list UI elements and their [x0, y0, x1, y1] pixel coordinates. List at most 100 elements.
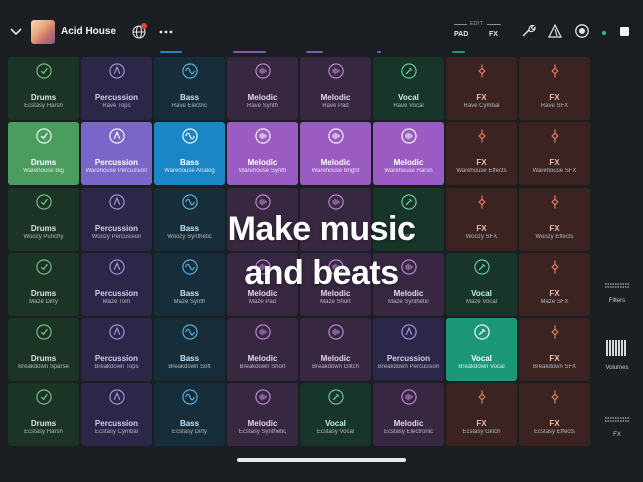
- melodic-icon: [254, 128, 271, 145]
- fx-icon: [473, 389, 490, 406]
- more-icon[interactable]: [158, 25, 174, 39]
- drums-icon: [35, 324, 52, 341]
- pad-melodic[interactable]: Melodic Warehouse Bright: [300, 122, 371, 185]
- pad-drums[interactable]: Drums Ecstasy Harsh: [8, 383, 79, 446]
- pad-category: Drums: [30, 93, 57, 102]
- melodic-icon: [254, 324, 271, 341]
- pad-sound-name: Ecstasy Harsh: [24, 429, 63, 435]
- promo-headline-line-1: Make music: [227, 210, 416, 248]
- melodic-icon: [327, 194, 344, 211]
- album-artwork[interactable]: [31, 20, 55, 44]
- pad-category: Melodic: [393, 419, 424, 428]
- pad-fx[interactable]: FX Ecstasy Effects: [519, 383, 590, 446]
- column-indicator-melodic-2: [306, 51, 323, 53]
- pad-sound-name: Warehouse Percussion: [85, 168, 148, 174]
- pad-melodic[interactable]: Melodic Rave Pad: [300, 57, 371, 120]
- pad-melodic[interactable]: Melodic Breakdown Glitch: [300, 318, 371, 381]
- pad-category: Drums: [30, 354, 57, 363]
- pad-bass[interactable]: Bass Ecstasy Dirty: [154, 383, 225, 446]
- pad-category: Drums: [30, 419, 57, 428]
- melodic-icon: [327, 128, 344, 145]
- volumes-icon: [606, 340, 626, 356]
- pad-category: Melodic: [247, 158, 278, 167]
- pad-percussion[interactable]: Percussion Warehouse Percussion: [81, 122, 152, 185]
- pad-sound-name: Breakdown SFX: [532, 364, 577, 370]
- vocal-icon: [327, 389, 344, 406]
- pad-melodic[interactable]: Melodic Warehouse Synth: [227, 122, 298, 185]
- pad-drums[interactable]: Drums Warehouse Big: [8, 122, 79, 185]
- pad-fx[interactable]: FX Rave SFX: [519, 57, 590, 120]
- pad-melodic[interactable]: Melodic Rave Synth: [227, 57, 298, 120]
- pad-fx[interactable]: FX Warehouse Effects: [446, 122, 517, 185]
- project-title[interactable]: Acid House: [61, 26, 116, 37]
- tweak-icon[interactable]: [520, 23, 536, 39]
- pad-melodic[interactable]: Melodic Warehouse Harsh: [373, 122, 444, 185]
- pad-sound-name: Warehouse Analog: [164, 168, 215, 174]
- pad-category: Bass: [179, 419, 200, 428]
- melodic-icon: [254, 194, 271, 211]
- fx-icon: [473, 63, 490, 80]
- stop-icon[interactable]: [620, 27, 629, 36]
- melodic-icon: [327, 63, 344, 80]
- pad-sound-name: Maze Tom: [102, 299, 131, 305]
- pad-melodic[interactable]: Melodic Breakdown Short: [227, 318, 298, 381]
- pad-bass[interactable]: Bass Rave Electric: [154, 57, 225, 120]
- volumes-control[interactable]: Volumes: [599, 340, 635, 371]
- pad-vocal[interactable]: Vocal Ecstasy Vocal: [300, 383, 371, 446]
- pad-sound-name: Breakdown Glitch: [311, 364, 360, 370]
- pad-bass[interactable]: Bass Breakdown Soft: [154, 318, 225, 381]
- chevron-down-icon[interactable]: [8, 22, 24, 42]
- pad-fx[interactable]: FX Warehouse SFX: [519, 122, 590, 185]
- home-indicator[interactable]: [237, 458, 406, 462]
- fx-icon: [546, 389, 563, 406]
- pad-category: FX: [476, 93, 487, 102]
- drums-icon: [35, 128, 52, 145]
- pad-fx[interactable]: FX Ecstasy Glitch: [446, 383, 517, 446]
- pad-sound-name: Warehouse Bright: [311, 168, 360, 174]
- fx-icon: [473, 194, 490, 211]
- vocal-icon: [473, 324, 490, 341]
- pad-edit-button[interactable]: PAD: [454, 31, 468, 38]
- pad-fx[interactable]: FX Rave Cymbal: [446, 57, 517, 120]
- tuner-icon[interactable]: [547, 23, 563, 39]
- pad-category: Vocal: [471, 354, 492, 363]
- record-icon[interactable]: [574, 23, 590, 39]
- percussion-icon: [108, 389, 125, 406]
- fx-edit-button[interactable]: FX: [489, 31, 498, 38]
- pad-category: Melodic: [320, 354, 351, 363]
- vocal-icon: [400, 194, 417, 211]
- pad-category: Bass: [179, 93, 200, 102]
- pad-sound-name: Rave SFX: [540, 103, 569, 109]
- pad-sound-name: Warehouse Big: [23, 168, 64, 174]
- status-indicator: [602, 31, 606, 35]
- pad-category: FX: [549, 93, 560, 102]
- pad-sound-name: Rave Synth: [246, 103, 279, 109]
- pad-vocal[interactable]: Vocal Breakdown Vocal: [446, 318, 517, 381]
- pad-percussion[interactable]: Percussion Rave Tops: [81, 57, 152, 120]
- pad-vocal[interactable]: Vocal Rave Vocal: [373, 57, 444, 120]
- notification-badge: [141, 23, 147, 29]
- pad-sound-name: Ecstasy Vocal: [316, 429, 355, 435]
- column-indicator-melodic-1: [233, 51, 266, 53]
- melodic-icon: [400, 128, 417, 145]
- edit-label: EDIT: [470, 21, 484, 27]
- pad-bass[interactable]: Bass Warehouse Analog: [154, 122, 225, 185]
- pad-melodic[interactable]: Melodic Ecstasy Synthetic: [227, 383, 298, 446]
- drums-icon: [35, 194, 52, 211]
- melodic-icon: [400, 389, 417, 406]
- fx-icon: [546, 194, 563, 211]
- filters-control[interactable]: Filters: [599, 276, 635, 304]
- pad-sound-name: Ecstasy Electronic: [383, 429, 434, 435]
- pad-sound-name: Maze Vocal: [465, 299, 498, 305]
- pad-category: FX: [476, 158, 487, 167]
- pad-melodic[interactable]: Melodic Ecstasy Electronic: [373, 383, 444, 446]
- pad-sound-name: Breakdown Tops: [94, 364, 139, 370]
- pad-drums[interactable]: Drums Breakdown Sparse: [8, 318, 79, 381]
- pad-percussion[interactable]: Percussion Breakdown Percussion: [373, 318, 444, 381]
- pad-drums[interactable]: Drums Ecstasy Harsh: [8, 57, 79, 120]
- pad-percussion[interactable]: Percussion Breakdown Tops: [81, 318, 152, 381]
- pad-fx[interactable]: FX Breakdown SFX: [519, 318, 590, 381]
- pad-percussion[interactable]: Percussion Ecstasy Cymbal: [81, 383, 152, 446]
- pad-category: Melodic: [247, 354, 278, 363]
- fx-control[interactable]: FX: [599, 410, 635, 438]
